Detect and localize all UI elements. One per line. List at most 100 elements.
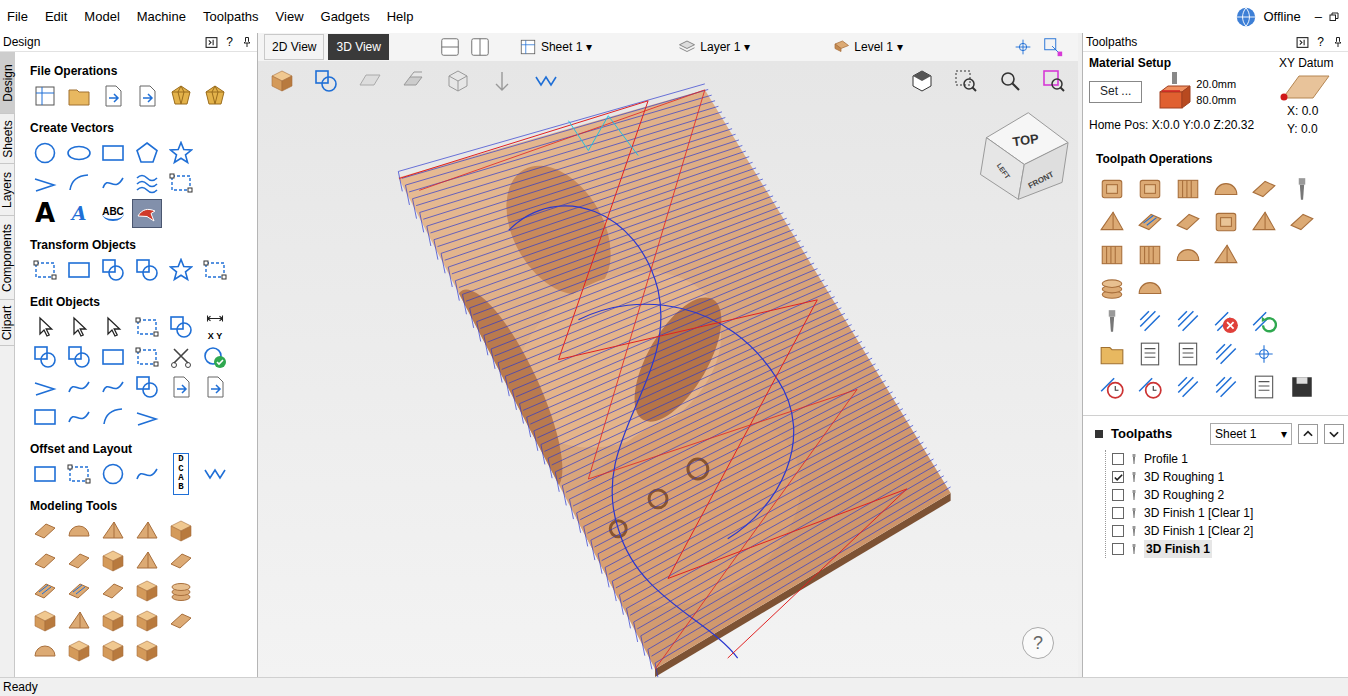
tool-button[interactable]: ABC bbox=[96, 198, 130, 228]
tool-button[interactable] bbox=[198, 372, 232, 402]
toolpath-checkbox[interactable] bbox=[1112, 489, 1124, 501]
operation-button[interactable] bbox=[1093, 172, 1131, 205]
tool-button[interactable] bbox=[96, 312, 130, 342]
tool-button[interactable] bbox=[62, 255, 96, 285]
cube-icon[interactable] bbox=[270, 69, 294, 93]
toolpath-row[interactable]: Profile 1 bbox=[1106, 450, 1348, 468]
tool-button[interactable] bbox=[130, 138, 164, 168]
toolpath-checkbox[interactable] bbox=[1112, 507, 1124, 519]
collapse-icon[interactable] bbox=[205, 36, 218, 49]
toolpath-checkbox[interactable] bbox=[1112, 453, 1124, 465]
restore-icon[interactable] bbox=[1328, 11, 1340, 23]
tool-button[interactable] bbox=[96, 402, 130, 432]
operation-button[interactable] bbox=[1207, 205, 1245, 238]
tool-button[interactable]: X Y bbox=[198, 312, 232, 342]
tool-button[interactable] bbox=[164, 81, 198, 111]
help-button[interactable]: ? bbox=[226, 33, 233, 51]
operation-button[interactable] bbox=[1131, 172, 1169, 205]
tool-button[interactable]: DCAB bbox=[164, 459, 198, 489]
tool-button[interactable] bbox=[28, 576, 62, 606]
panel-tab[interactable]: Sheets bbox=[0, 114, 15, 164]
toolpath-row[interactable]: 3D Roughing 1 bbox=[1106, 468, 1348, 486]
sheet-dropdown[interactable]: Sheet 1▾ bbox=[519, 38, 592, 56]
toolpath-checkbox[interactable] bbox=[1112, 471, 1124, 483]
toolpath-row[interactable]: 3D Roughing 2 bbox=[1106, 486, 1348, 504]
square-icon[interactable] bbox=[1093, 428, 1105, 440]
operation-button[interactable] bbox=[1169, 304, 1207, 337]
operation-button[interactable] bbox=[1283, 370, 1321, 403]
operation-button[interactable] bbox=[1169, 205, 1207, 238]
tool-button[interactable] bbox=[62, 576, 96, 606]
tool-button[interactable] bbox=[198, 459, 232, 489]
layer-dropdown[interactable]: Layer 1▾ bbox=[678, 38, 750, 56]
tool-button[interactable] bbox=[96, 546, 130, 576]
toolpath-row[interactable]: 3D Finish 1 [Clear 2] bbox=[1106, 522, 1348, 540]
panel-tab[interactable]: Design bbox=[0, 52, 15, 114]
operation-button[interactable] bbox=[1169, 337, 1207, 370]
tool-button[interactable] bbox=[28, 459, 62, 489]
tool-button[interactable] bbox=[130, 516, 164, 546]
tool-button[interactable] bbox=[62, 546, 96, 576]
operation-button[interactable] bbox=[1245, 205, 1283, 238]
move-up-button[interactable] bbox=[1298, 424, 1318, 444]
viewport-3d[interactable]: TOPLEFTFRONT? bbox=[258, 61, 1078, 677]
operation-button[interactable] bbox=[1093, 271, 1131, 304]
operation-button[interactable] bbox=[1245, 304, 1283, 337]
tool-button[interactable] bbox=[130, 168, 164, 198]
tool-button[interactable] bbox=[62, 402, 96, 432]
tool-button[interactable] bbox=[62, 516, 96, 546]
tool-button[interactable] bbox=[164, 576, 198, 606]
operation-button[interactable] bbox=[1131, 304, 1169, 337]
tool-button[interactable] bbox=[130, 402, 164, 432]
pin-icon[interactable] bbox=[241, 36, 253, 48]
operation-button[interactable] bbox=[1245, 172, 1283, 205]
tool-button[interactable] bbox=[96, 372, 130, 402]
tool-button[interactable] bbox=[130, 255, 164, 285]
operation-button[interactable] bbox=[1283, 205, 1321, 238]
layoutv-icon[interactable] bbox=[469, 36, 491, 58]
operation-button[interactable] bbox=[1207, 238, 1245, 271]
operation-button[interactable] bbox=[1245, 370, 1283, 403]
tool-button[interactable] bbox=[28, 402, 62, 432]
minimize-button[interactable]: – bbox=[1315, 7, 1322, 27]
operation-button[interactable] bbox=[1169, 172, 1207, 205]
model-render[interactable]: TOPLEFTFRONT bbox=[258, 61, 1078, 677]
tool-button[interactable] bbox=[130, 198, 164, 228]
operation-button[interactable] bbox=[1131, 271, 1169, 304]
set-button[interactable]: Set ... bbox=[1089, 81, 1142, 103]
tool-button[interactable] bbox=[96, 576, 130, 606]
zoompink-icon[interactable] bbox=[1042, 69, 1066, 93]
tool-button[interactable] bbox=[164, 606, 198, 636]
zig-icon[interactable] bbox=[534, 69, 558, 93]
operation-button[interactable] bbox=[1207, 370, 1245, 403]
tool-button[interactable] bbox=[130, 576, 164, 606]
menu-item[interactable]: Edit bbox=[45, 7, 67, 27]
operation-button[interactable] bbox=[1207, 172, 1245, 205]
tool-button[interactable] bbox=[130, 342, 164, 372]
panel-tab[interactable]: Layers bbox=[0, 164, 15, 216]
operation-button[interactable] bbox=[1131, 205, 1169, 238]
help-button[interactable]: ? bbox=[1317, 33, 1324, 51]
tool-button[interactable] bbox=[28, 255, 62, 285]
viewcube-icon[interactable] bbox=[910, 69, 934, 93]
tool-button[interactable] bbox=[130, 606, 164, 636]
view-cube[interactable]: TOPLEFTFRONT bbox=[980, 113, 1068, 200]
tool-button[interactable] bbox=[28, 168, 62, 198]
tool-button[interactable] bbox=[130, 81, 164, 111]
tool-button[interactable] bbox=[164, 168, 198, 198]
tool-button[interactable] bbox=[28, 606, 62, 636]
zoombox-icon[interactable] bbox=[954, 69, 978, 93]
tool-button[interactable] bbox=[164, 546, 198, 576]
tool-button[interactable] bbox=[164, 138, 198, 168]
operation-button[interactable] bbox=[1207, 337, 1245, 370]
menu-item[interactable]: Model bbox=[84, 7, 119, 27]
globe-icon[interactable] bbox=[1235, 6, 1257, 28]
tool-button[interactable] bbox=[96, 459, 130, 489]
tool-button[interactable]: A bbox=[62, 198, 96, 228]
tool-button[interactable] bbox=[130, 636, 164, 666]
tool-button[interactable] bbox=[130, 312, 164, 342]
toolpath-checkbox[interactable] bbox=[1112, 543, 1124, 555]
tool-button[interactable] bbox=[28, 81, 62, 111]
tool-button[interactable] bbox=[62, 138, 96, 168]
level-dropdown[interactable]: Level 1▾ bbox=[832, 38, 903, 56]
